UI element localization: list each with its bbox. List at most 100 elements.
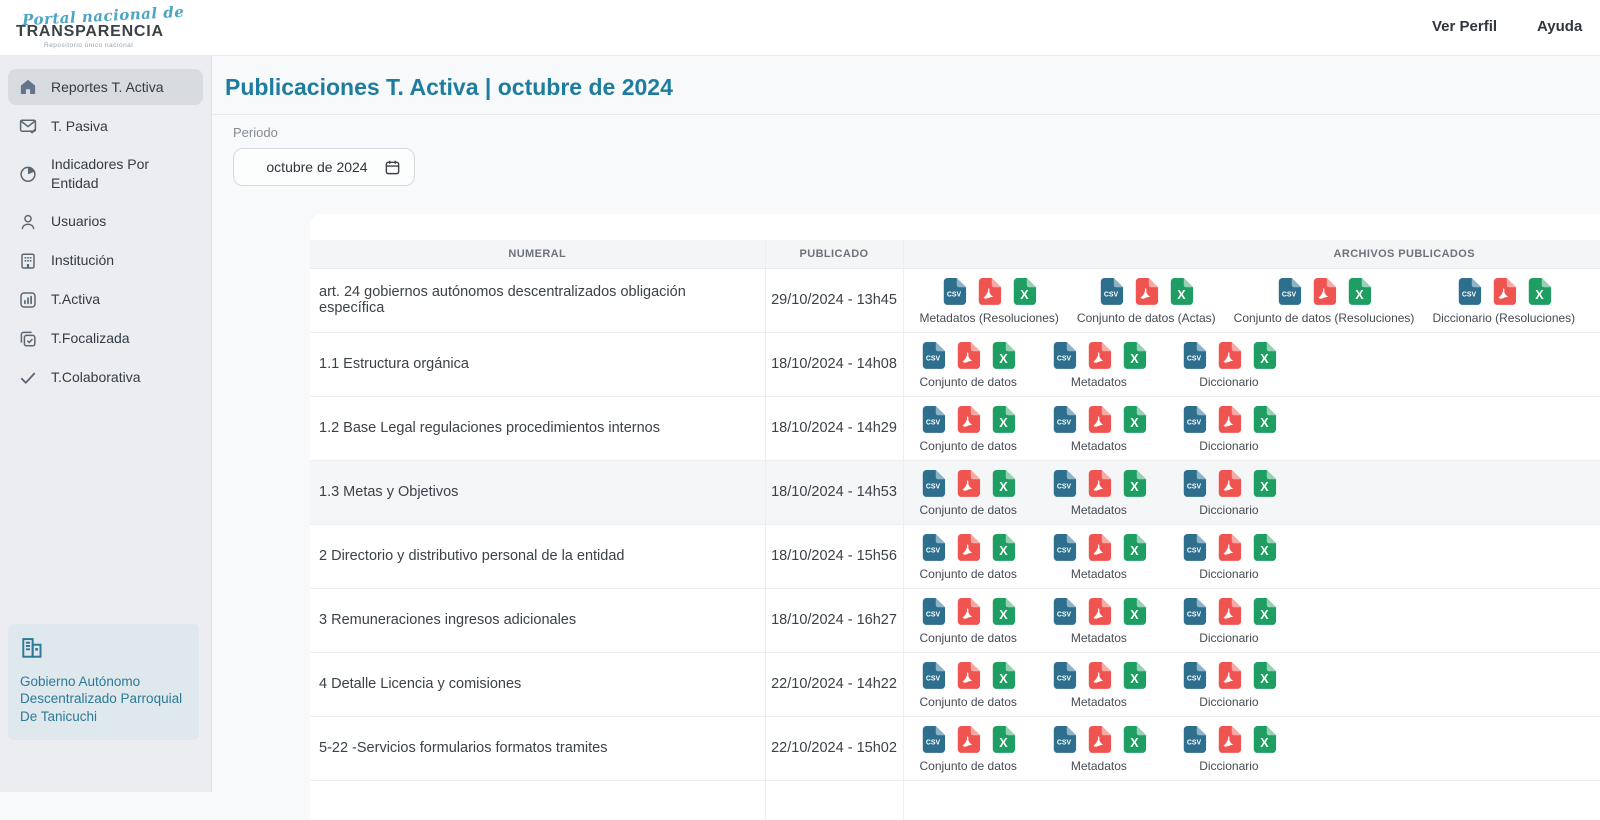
portal-logo[interactable]: Portal nacional de TRANSPARENCIA Reposit… bbox=[16, 7, 196, 49]
pdf-file-icon[interactable] bbox=[1216, 404, 1242, 434]
xls-file-icon[interactable]: X bbox=[990, 468, 1016, 498]
csv-file-icon[interactable]: CSV bbox=[920, 532, 946, 562]
publications-table-card: NUMERAL PUBLICADO ARCHIVOS PUBLICADOS ar… bbox=[310, 214, 1600, 820]
pdf-file-icon[interactable] bbox=[1216, 724, 1242, 754]
xls-file-icon[interactable]: X bbox=[990, 532, 1016, 562]
csv-file-icon[interactable]: CSV bbox=[1051, 340, 1077, 370]
xls-file-icon[interactable]: X bbox=[990, 340, 1016, 370]
xls-file-icon[interactable]: X bbox=[1346, 276, 1372, 306]
period-input[interactable]: octubre de 2024 bbox=[233, 148, 415, 186]
pdf-file-icon[interactable] bbox=[955, 596, 981, 626]
pdf-file-icon[interactable] bbox=[1216, 532, 1242, 562]
xls-file-icon[interactable]: X bbox=[1251, 724, 1277, 754]
sidebar-item-t-pasiva[interactable]: T. Pasiva bbox=[8, 108, 203, 144]
xls-file-icon[interactable]: X bbox=[1251, 660, 1277, 690]
sidebar-item-institucion[interactable]: Institución bbox=[8, 243, 203, 279]
csv-file-icon[interactable]: CSV bbox=[1051, 724, 1077, 754]
csv-file-icon[interactable]: CSV bbox=[1181, 532, 1207, 562]
csv-file-icon[interactable]: CSV bbox=[941, 276, 967, 306]
csv-file-icon[interactable]: CSV bbox=[920, 468, 946, 498]
xls-file-icon[interactable]: X bbox=[1251, 340, 1277, 370]
xls-file-icon[interactable]: X bbox=[1526, 276, 1552, 306]
file-group-label: Metadatos bbox=[1071, 567, 1127, 581]
pdf-file-icon[interactable] bbox=[1216, 660, 1242, 690]
csv-file-icon[interactable]: CSV bbox=[1051, 404, 1077, 434]
xls-file-icon[interactable]: X bbox=[990, 660, 1016, 690]
csv-file-icon[interactable]: CSV bbox=[1181, 404, 1207, 434]
csv-file-icon[interactable]: CSV bbox=[1098, 276, 1124, 306]
svg-text:X: X bbox=[1178, 287, 1187, 301]
xls-file-icon[interactable]: X bbox=[990, 404, 1016, 434]
xls-file-icon[interactable]: X bbox=[1251, 532, 1277, 562]
xls-file-icon[interactable]: X bbox=[1121, 532, 1147, 562]
pdf-file-icon[interactable] bbox=[1216, 596, 1242, 626]
pdf-file-icon[interactable] bbox=[1086, 340, 1112, 370]
csv-file-icon[interactable]: CSV bbox=[1181, 596, 1207, 626]
pdf-file-icon[interactable] bbox=[1086, 468, 1112, 498]
help-link[interactable]: Ayuda bbox=[1537, 18, 1582, 35]
pdf-file-icon[interactable] bbox=[1216, 340, 1242, 370]
csv-file-icon[interactable]: CSV bbox=[920, 596, 946, 626]
xls-file-icon[interactable]: X bbox=[1251, 596, 1277, 626]
pdf-file-icon[interactable] bbox=[1086, 724, 1112, 754]
xls-file-icon[interactable]: X bbox=[1121, 724, 1147, 754]
csv-file-icon[interactable]: CSV bbox=[1051, 468, 1077, 498]
sidebar-item-t-colaborativa[interactable]: T.Colaborativa bbox=[8, 360, 203, 396]
csv-file-icon[interactable]: CSV bbox=[1181, 340, 1207, 370]
csv-file-icon[interactable]: CSV bbox=[920, 660, 946, 690]
csv-file-icon[interactable]: CSV bbox=[920, 404, 946, 434]
csv-file-icon[interactable]: CSV bbox=[1051, 532, 1077, 562]
xls-file-icon[interactable]: X bbox=[1121, 660, 1147, 690]
xls-file-icon[interactable]: X bbox=[990, 596, 1016, 626]
pdf-file-icon[interactable] bbox=[976, 276, 1002, 306]
pdf-file-icon[interactable] bbox=[955, 532, 981, 562]
csv-file-icon[interactable]: CSV bbox=[1276, 276, 1302, 306]
pdf-file-icon[interactable] bbox=[955, 404, 981, 434]
pdf-file-icon[interactable] bbox=[1086, 660, 1112, 690]
pdf-file-icon[interactable] bbox=[1086, 596, 1112, 626]
sidebar-item-reportes-t-activa[interactable]: Reportes T. Activa bbox=[8, 69, 203, 105]
pdf-file-icon[interactable] bbox=[1216, 468, 1242, 498]
calendar-icon[interactable] bbox=[384, 159, 401, 181]
sidebar-item-t-focalizada[interactable]: T.Focalizada bbox=[8, 321, 203, 357]
csv-file-icon[interactable]: CSV bbox=[1456, 276, 1482, 306]
pdf-file-icon[interactable] bbox=[1311, 276, 1337, 306]
sidebar-item-indicadores-por-entidad[interactable]: Indicadores Por Entidad bbox=[8, 147, 203, 201]
pdf-file-icon[interactable] bbox=[955, 468, 981, 498]
pdf-file-icon[interactable] bbox=[955, 660, 981, 690]
pdf-file-icon[interactable] bbox=[955, 340, 981, 370]
svg-text:CSV: CSV bbox=[1187, 419, 1202, 426]
sidebar-item-t-activa[interactable]: T.Activa bbox=[8, 282, 203, 318]
csv-file-icon[interactable]: CSV bbox=[1181, 660, 1207, 690]
table-row-partial bbox=[310, 780, 1600, 820]
xls-file-icon[interactable]: X bbox=[1251, 404, 1277, 434]
sidebar-item-usuarios[interactable]: Usuarios bbox=[8, 204, 203, 240]
csv-file-icon[interactable]: CSV bbox=[920, 724, 946, 754]
xls-file-icon[interactable]: X bbox=[1168, 276, 1194, 306]
csv-file-icon[interactable]: CSV bbox=[1051, 596, 1077, 626]
file-group: CSVXMetadatos bbox=[1051, 404, 1147, 453]
csv-file-icon[interactable]: CSV bbox=[1181, 724, 1207, 754]
file-group: CSVXDiccionario bbox=[1181, 724, 1277, 773]
xls-file-icon[interactable]: X bbox=[1251, 468, 1277, 498]
pdf-file-icon[interactable] bbox=[1086, 404, 1112, 434]
file-icons: CSV X bbox=[920, 724, 1016, 754]
csv-file-icon[interactable]: CSV bbox=[920, 340, 946, 370]
xls-file-icon[interactable]: X bbox=[1011, 276, 1037, 306]
xls-file-icon[interactable]: X bbox=[1121, 340, 1147, 370]
xls-file-icon[interactable]: X bbox=[1121, 596, 1147, 626]
view-profile-link[interactable]: Ver Perfil bbox=[1432, 18, 1497, 35]
pdf-file-icon[interactable] bbox=[1086, 532, 1112, 562]
pdf-file-icon[interactable] bbox=[1491, 276, 1517, 306]
csv-file-icon[interactable]: CSV bbox=[1051, 660, 1077, 690]
xls-file-icon[interactable]: X bbox=[1121, 404, 1147, 434]
pdf-file-icon[interactable] bbox=[1133, 276, 1159, 306]
numeral-cell: 5-22 -Servicios formularios formatos tra… bbox=[310, 716, 765, 780]
pdf-file-icon[interactable] bbox=[955, 724, 981, 754]
file-group-label: Conjunto de datos (Actas) bbox=[1077, 311, 1216, 325]
publicado-cell: 22/10/2024 - 15h02 bbox=[765, 716, 903, 780]
csv-file-icon[interactable]: CSV bbox=[1181, 468, 1207, 498]
file-group-label: Conjunto de datos bbox=[920, 375, 1017, 389]
xls-file-icon[interactable]: X bbox=[990, 724, 1016, 754]
xls-file-icon[interactable]: X bbox=[1121, 468, 1147, 498]
